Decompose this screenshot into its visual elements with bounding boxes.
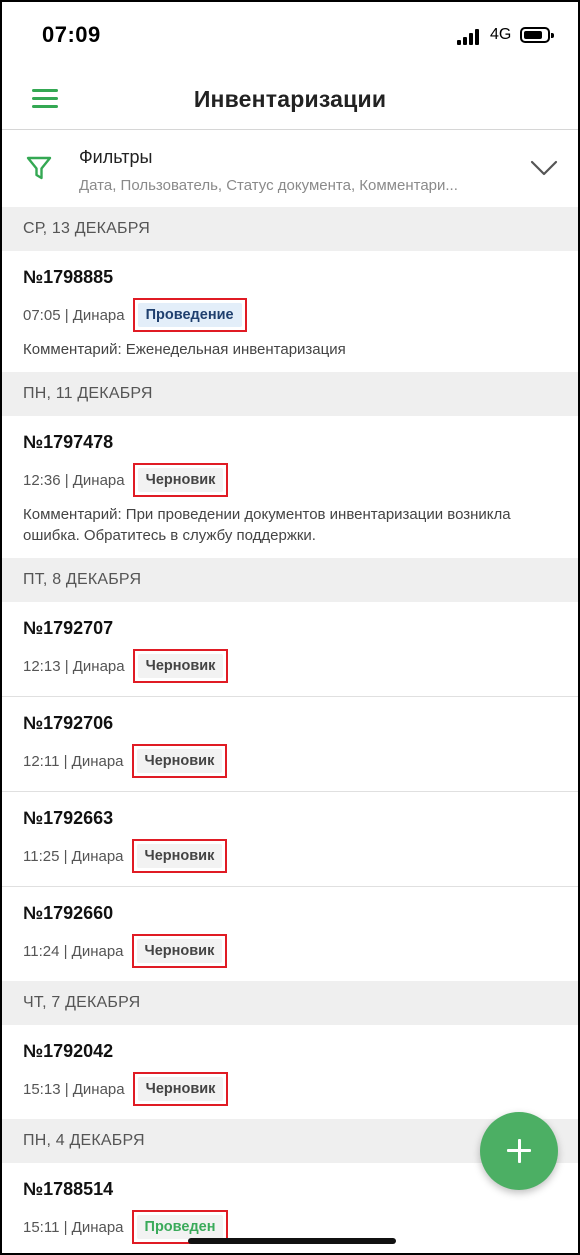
filters-panel[interactable]: Фильтры Дата, Пользователь, Статус докум…	[2, 131, 578, 207]
chevron-down-icon[interactable]	[530, 159, 558, 177]
status-bar: 07:09 4G	[2, 2, 578, 68]
document-meta: 07:05 | Динара Проведение	[23, 298, 558, 332]
document-meta: 15:13 | Динара Черновик	[23, 1072, 558, 1106]
status-badge: Черновик	[136, 844, 223, 868]
document-number: №1788514	[23, 1179, 114, 1199]
inventory-list-item[interactable]: №1798885 07:05 | Динара Проведение Коммента…	[2, 251, 578, 372]
status-badge: Черновик	[137, 468, 224, 492]
cellular-signal-icon	[457, 29, 483, 45]
inventory-list-item[interactable]: №1792042 15:13 | Динара Черновик	[2, 1025, 578, 1119]
status-badge: Черновик	[136, 939, 223, 963]
inventory-list-item[interactable]: №1797478 12:36 | Динара Черновик Комментари…	[2, 416, 578, 558]
status-highlight-box: Черновик	[131, 839, 228, 873]
app-screen: 07:09 4G Инвентаризации Фильтры Дата, По…	[2, 2, 578, 1253]
status-highlight-box: Черновик	[132, 1072, 229, 1106]
document-meta: 15:11 | Динара Проведен	[23, 1210, 558, 1244]
status-time: 07:09	[42, 22, 101, 47]
app-bar: Инвентаризации	[2, 68, 578, 130]
time-user-label: 11:25 | Динара	[23, 847, 124, 865]
document-meta: 11:25 | Динара Черновик	[23, 839, 558, 873]
inventory-list-item[interactable]: №1792660 11:24 | Динара Черновик	[2, 887, 578, 981]
document-meta: 11:24 | Динара Черновик	[23, 934, 558, 968]
inventory-list-item[interactable]: №1792663 11:25 | Динара Черновик	[2, 792, 578, 887]
document-number: №1792707	[23, 618, 114, 638]
document-meta: 12:36 | Динара Черновик	[23, 463, 558, 497]
document-comment: Комментарий: Еженедельная инвентаризация	[23, 341, 346, 358]
network-type: 4G	[490, 26, 512, 43]
status-badge: Черновик	[137, 654, 224, 678]
time-user-label: 11:24 | Динара	[23, 942, 124, 960]
filters-summary: Дата, Пользователь, Статус документа, Ко…	[79, 177, 458, 194]
time-user-label: 12:13 | Динара	[23, 657, 125, 675]
document-meta: 12:11 | Динара Черновик	[23, 744, 558, 778]
status-highlight-box: Черновик	[132, 463, 229, 497]
date-group-header: ЧТ, 7 ДЕКАБРЯ	[2, 981, 578, 1025]
status-badge: Проведен	[136, 1215, 224, 1239]
inventory-list-item[interactable]: №1792707 12:13 | Динара Черновик	[2, 602, 578, 697]
inventory-list-item[interactable]: №1792706 12:11 | Динара Черновик	[2, 697, 578, 792]
status-badge: Черновик	[136, 749, 223, 773]
time-user-label: 15:13 | Динара	[23, 1080, 125, 1098]
status-highlight-box: Проведение	[132, 298, 247, 332]
date-group-header: СР, 13 ДЕКАБРЯ	[2, 207, 578, 251]
time-user-label: 12:11 | Динара	[23, 752, 124, 770]
document-number: №1792660	[23, 903, 114, 923]
add-inventory-button[interactable]	[480, 1112, 558, 1190]
status-badge: Черновик	[137, 1077, 224, 1101]
page-title: Инвентаризации	[193, 86, 387, 112]
document-number: №1792706	[23, 713, 114, 733]
status-highlight-box: Черновик	[131, 744, 228, 778]
filters-title: Фильтры	[79, 147, 153, 167]
document-number: №1792042	[23, 1041, 114, 1061]
plus-icon-vertical	[517, 1139, 521, 1163]
status-highlight-box: Черновик	[132, 649, 229, 683]
document-number: №1792663	[23, 808, 114, 828]
status-highlight-box: Черновик	[131, 934, 228, 968]
filter-icon	[26, 156, 52, 180]
date-group-header: ПН, 11 ДЕКАБРЯ	[2, 372, 578, 416]
time-user-label: 12:36 | Динара	[23, 471, 125, 489]
document-number: №1797478	[23, 432, 114, 452]
document-meta: 12:13 | Динара Черновик	[23, 649, 558, 683]
date-group-header: ПТ, 8 ДЕКАБРЯ	[2, 558, 578, 602]
time-user-label: 07:05 | Динара	[23, 306, 125, 324]
time-user-label: 15:11 | Динара	[23, 1218, 124, 1236]
status-badge: Проведение	[137, 303, 242, 327]
document-comment: Комментарий: При проведении документов и…	[23, 506, 511, 544]
inventory-list: СР, 13 ДЕКАБРЯ №1798885 07:05 | Динара Пров…	[2, 207, 578, 1253]
document-number: №1798885	[23, 267, 114, 287]
battery-icon	[520, 27, 554, 43]
home-indicator[interactable]	[188, 1238, 396, 1244]
